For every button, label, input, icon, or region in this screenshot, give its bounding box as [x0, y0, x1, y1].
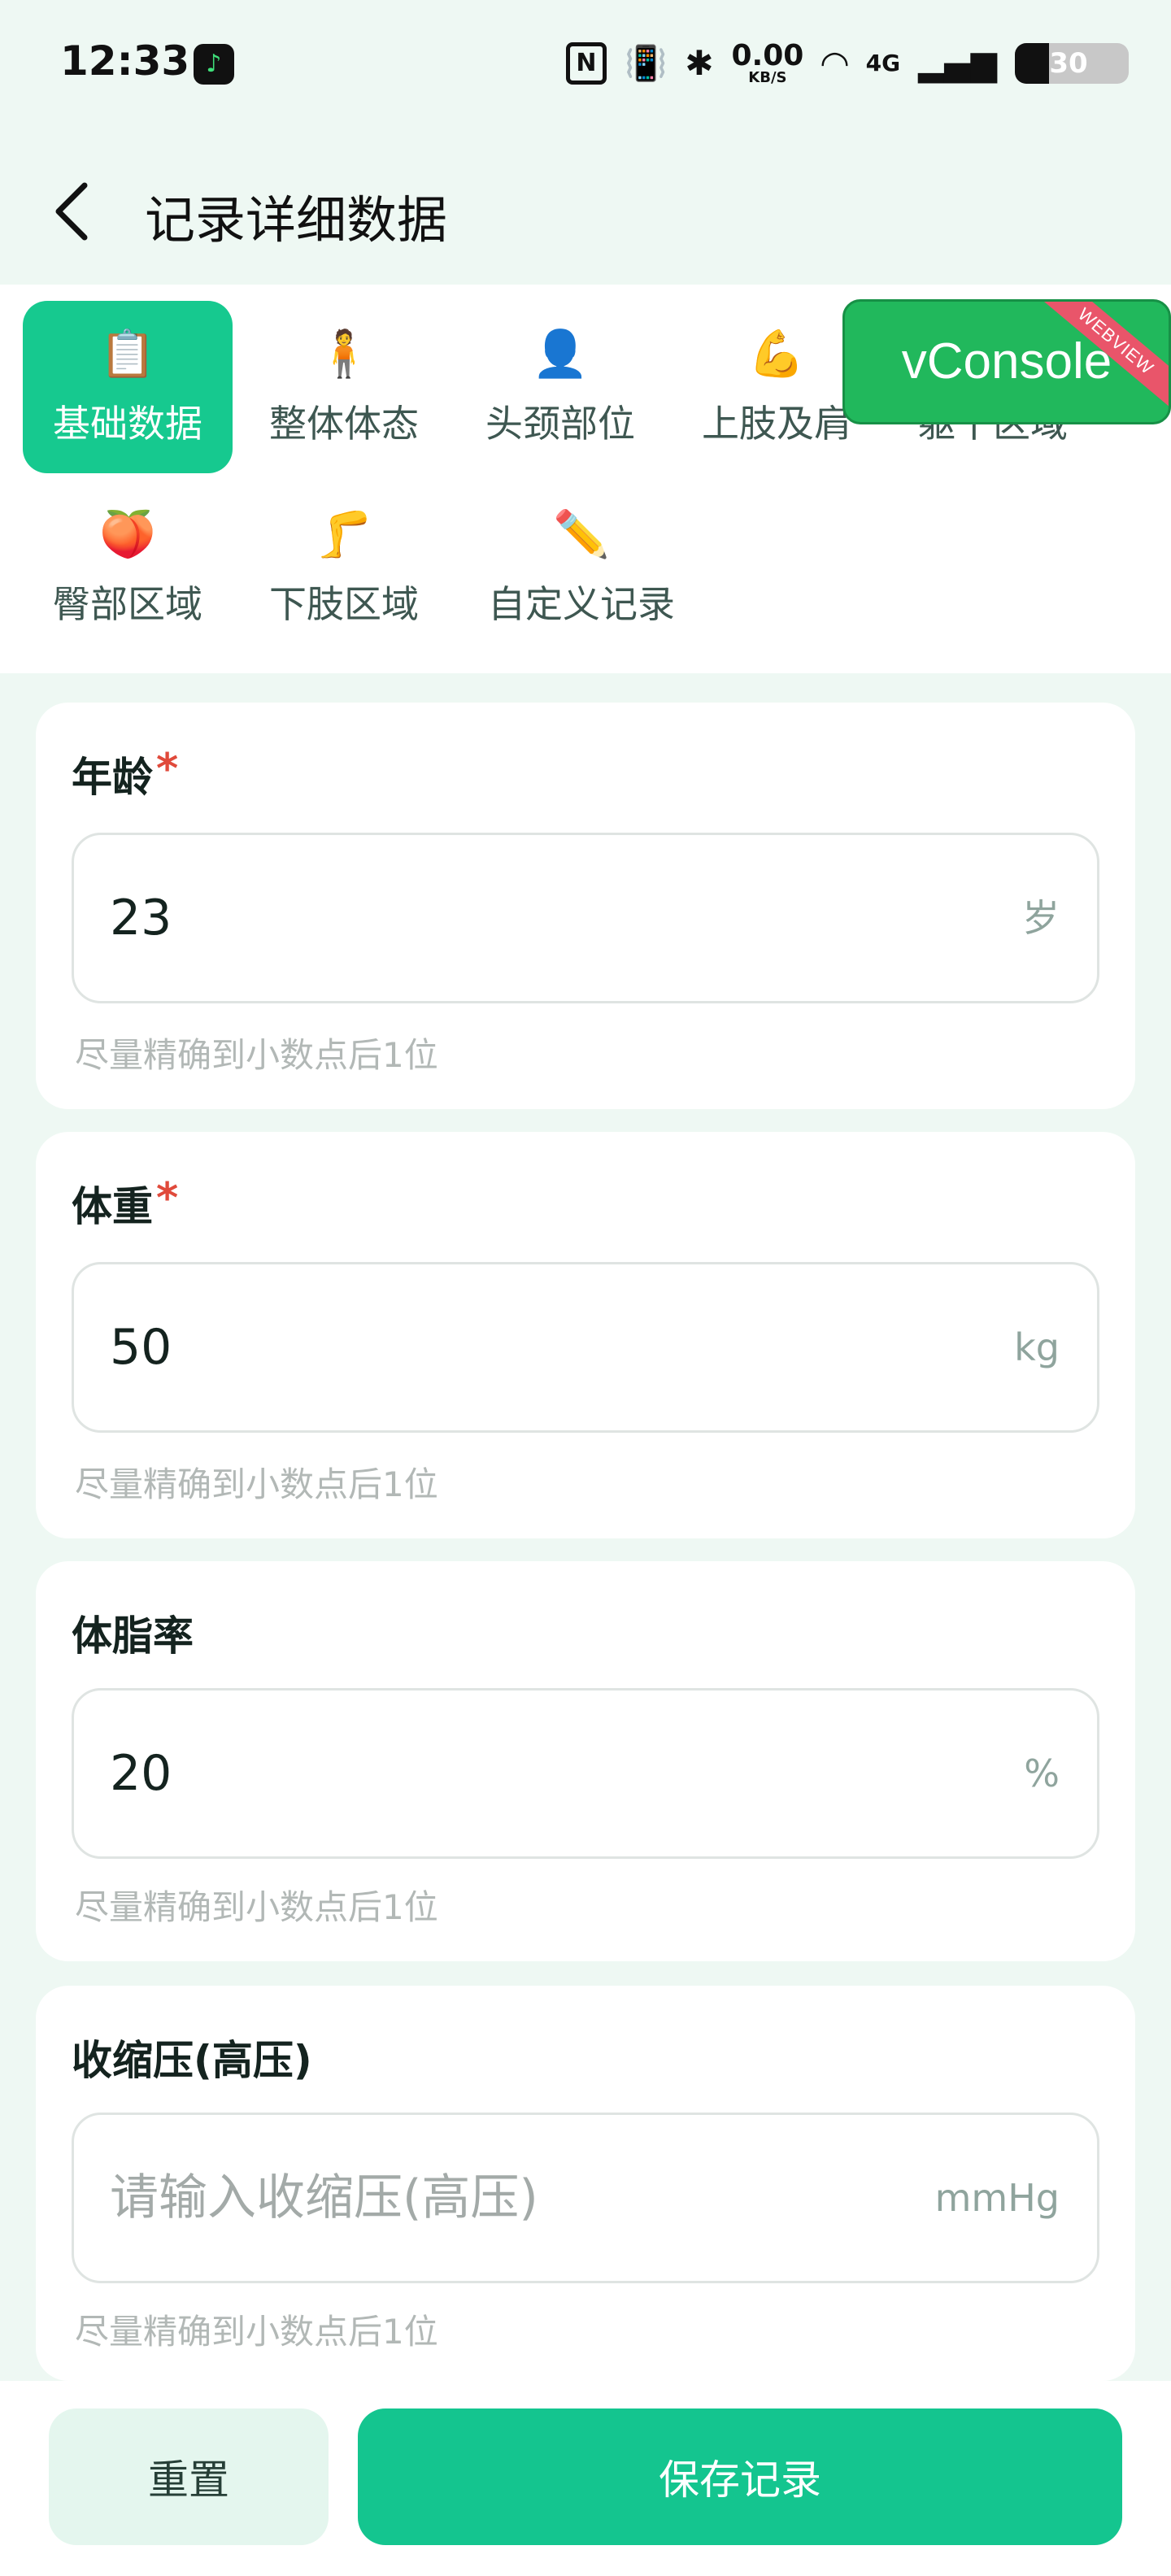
required-marker: * — [156, 1174, 179, 1223]
nfc-icon: N — [565, 42, 607, 85]
weight-field: kg — [72, 1262, 1099, 1433]
tab-label: 自定义记录 — [488, 582, 675, 626]
age-input[interactable] — [110, 835, 923, 1001]
status-bar: 12:33 ♪ N 📳 ✱ 0.00 KB/S ◠ 4G ▂▄▆ 30 — [0, 0, 1171, 130]
field-label: 体脂率 — [72, 1603, 197, 1662]
field-unit: kg — [1014, 1325, 1060, 1369]
signal-icon: ▂▄▆ — [918, 43, 997, 83]
music-app-icon: ♪ — [194, 44, 234, 85]
field-label-text: 年龄 — [72, 754, 153, 801]
peach-icon: 🍑 — [99, 508, 156, 561]
tab-head-neck[interactable]: 👤 头颈部位 — [455, 301, 665, 473]
vibrate-icon: 📳 — [624, 43, 668, 83]
field-unit: mmHg — [934, 2176, 1060, 2220]
back-arrow-icon[interactable] — [49, 179, 98, 244]
pencil-icon: ✏️ — [553, 508, 610, 561]
age-field: 岁 — [72, 833, 1099, 1003]
network-speed-value: 0.00 — [731, 39, 804, 72]
leg-icon: 🦵 — [316, 508, 372, 561]
network-speed-unit: KB/S — [748, 69, 787, 86]
tab-label: 基础数据 — [53, 402, 202, 446]
body-fat-field: % — [72, 1688, 1099, 1859]
field-label: 收缩压(高压) — [72, 2028, 316, 2086]
bottom-action-bar: 重置 保存记录 — [0, 2381, 1171, 2576]
flexed-biceps-icon: 💪 — [748, 328, 805, 381]
field-hint: 尽量精确到小数点后1位 — [75, 1035, 438, 1075]
body-fat-input[interactable] — [110, 1690, 923, 1856]
header: 记录详细数据 — [0, 130, 1171, 285]
tab-label: 上肢及肩 — [702, 402, 851, 446]
person-silhouette-icon: 👤 — [532, 328, 589, 381]
tab-label: 下肢区域 — [269, 582, 419, 626]
tab-basic-data[interactable]: 📋 基础数据 — [23, 301, 233, 473]
tab-label: 整体体态 — [269, 402, 419, 446]
wifi-icon: ◠ — [821, 43, 848, 83]
bluetooth-icon: ✱ — [685, 43, 714, 83]
required-marker: * — [156, 745, 179, 794]
field-hint: 尽量精确到小数点后1位 — [75, 1887, 438, 1927]
weight-input[interactable] — [110, 1264, 923, 1430]
vconsole-label: vConsole — [901, 333, 1112, 389]
tab-label: 头颈部位 — [485, 402, 635, 446]
battery-level: 30 — [1049, 47, 1088, 80]
tab-hips[interactable]: 🍑 臀部区域 — [23, 481, 233, 654]
field-hint: 尽量精确到小数点后1位 — [75, 2312, 438, 2352]
page-title: 记录详细数据 — [145, 190, 448, 250]
network-speed: 0.00 KB/S — [731, 41, 803, 85]
field-card-systolic: 收缩压(高压) mmHg 尽量精确到小数点后1位 — [36, 1986, 1135, 2381]
tab-label: 臀部区域 — [53, 582, 202, 626]
field-unit: 岁 — [1022, 896, 1060, 940]
systolic-field: mmHg — [72, 2113, 1099, 2283]
field-hint: 尽量精确到小数点后1位 — [75, 1464, 438, 1504]
standing-person-icon: 🧍 — [316, 328, 372, 381]
field-label-text: 收缩压(高压) — [72, 2037, 312, 2084]
tab-lower-limbs[interactable]: 🦵 下肢区域 — [239, 481, 449, 654]
field-card-age: 年龄* 岁 尽量精确到小数点后1位 — [36, 703, 1135, 1109]
field-unit: % — [1024, 1751, 1060, 1795]
status-icons: N 📳 ✱ 0.00 KB/S ◠ 4G ▂▄▆ 30 — [565, 37, 1129, 89]
save-record-button[interactable]: 保存记录 — [358, 2408, 1122, 2545]
field-label-text: 体脂率 — [72, 1612, 194, 1660]
tab-overall-posture[interactable]: 🧍 整体体态 — [239, 301, 449, 473]
vconsole-button[interactable]: vConsole WEBVIEW — [842, 299, 1171, 424]
systolic-input[interactable] — [110, 2115, 923, 2281]
field-label: 年龄* — [72, 745, 178, 803]
field-card-weight: 体重* kg 尽量精确到小数点后1位 — [36, 1132, 1135, 1538]
tab-custom-record[interactable]: ✏️ 自定义记录 — [455, 481, 707, 654]
field-label: 体重* — [72, 1174, 178, 1233]
network-type-icon: 4G — [865, 50, 901, 76]
field-label-text: 体重 — [72, 1183, 153, 1230]
clipboard-icon: 📋 — [99, 328, 156, 381]
status-time: 12:33 — [60, 37, 190, 85]
reset-button[interactable]: 重置 — [49, 2408, 329, 2545]
battery-icon: 30 — [1015, 43, 1129, 84]
field-card-body-fat: 体脂率 % 尽量精确到小数点后1位 — [36, 1561, 1135, 1961]
